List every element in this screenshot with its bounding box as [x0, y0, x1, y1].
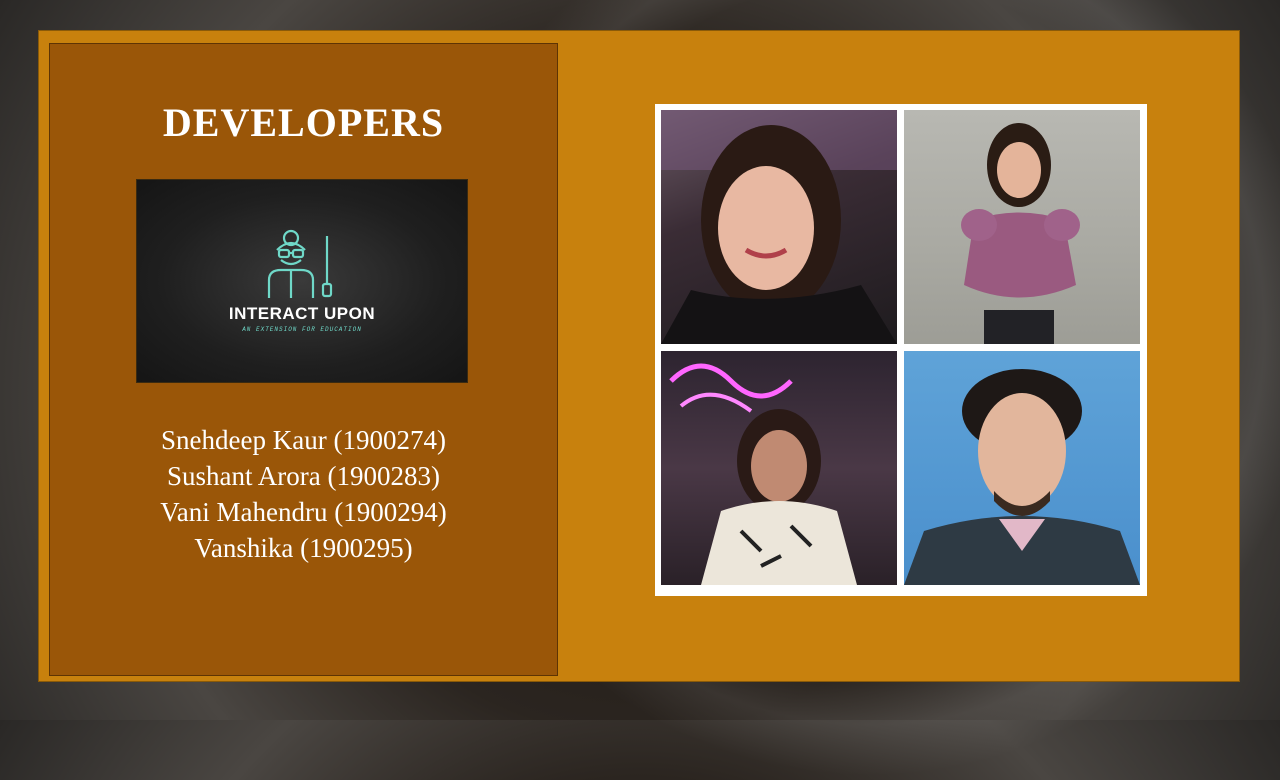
developer-name: Snehdeep Kaur (1900274)	[161, 425, 446, 455]
developer-photo-4	[904, 351, 1140, 585]
developer-name: Sushant Arora (1900283)	[167, 461, 440, 491]
developer-photo-2	[904, 110, 1140, 344]
developer-photo-3	[661, 351, 897, 585]
interact-upon-logo: INTERACT UPON AN EXTENSION FOR EDUCATION	[136, 179, 468, 383]
teacher-icon	[267, 229, 333, 298]
logo-tagline: AN EXTENSION FOR EDUCATION	[242, 326, 362, 333]
developer-list: Snehdeep Kaur (1900274) Sushant Arora (1…	[50, 422, 557, 566]
slide-frame: DEVELOPERS INTERACT UPON AN EXTENSION FO	[38, 30, 1240, 682]
developer-name: Vanshika (1900295)	[194, 533, 413, 563]
developer-name: Vani Mahendru (1900294)	[160, 497, 447, 527]
left-panel: DEVELOPERS INTERACT UPON AN EXTENSION FO	[49, 43, 558, 676]
slide-title: DEVELOPERS	[162, 100, 445, 145]
developer-photo-1	[661, 110, 897, 344]
logo-name: INTERACT UPON	[228, 304, 376, 323]
developer-photo-grid	[655, 104, 1147, 596]
